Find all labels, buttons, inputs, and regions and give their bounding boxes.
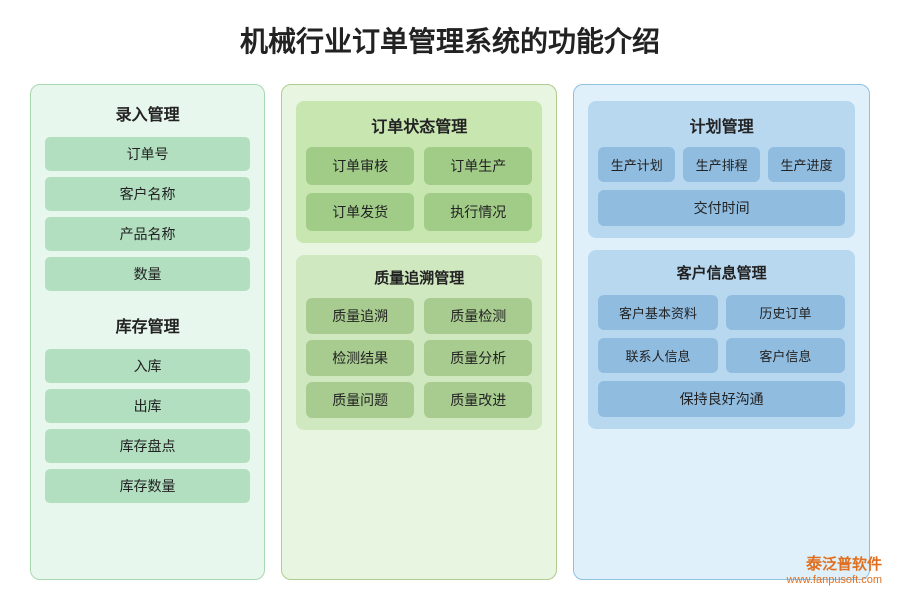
customer-btn-basic[interactable]: 客户基本资料	[598, 295, 717, 330]
order-btn-row2: 订单发货 执行情况	[306, 193, 532, 231]
quality-btn-detect[interactable]: 质量检测	[424, 298, 532, 334]
customer-btn-row2: 联系人信息 客户信息	[598, 338, 845, 373]
customer-section: 客户信息管理 客户基本资料 历史订单 联系人信息 客户信息 保持良好沟通	[588, 250, 855, 429]
watermark-url: www.fanpusoft.com	[787, 574, 882, 586]
quality-btn-row2: 检测结果 质量分析	[306, 340, 532, 376]
left-item-2[interactable]: 客户名称	[45, 177, 250, 211]
watermark-logo: 泰泛普软件	[806, 550, 882, 574]
customer-btn-info[interactable]: 客户信息	[726, 338, 845, 373]
watermark: 泰泛普软件 www.fanpusoft.com	[787, 550, 882, 586]
plan-section: 计划管理 生产计划 生产排程 生产进度 交付时间	[588, 101, 855, 238]
customer-btn-row1: 客户基本资料 历史订单	[598, 295, 845, 330]
quality-btn-analysis[interactable]: 质量分析	[424, 340, 532, 376]
left-item-4[interactable]: 数量	[45, 257, 250, 291]
left-item-6[interactable]: 出库	[45, 389, 250, 423]
plan-btn-delivery[interactable]: 交付时间	[598, 190, 845, 226]
left-section2-title: 库存管理	[45, 313, 250, 337]
plan-btn-prod[interactable]: 生产计划	[598, 147, 675, 182]
quality-btn-trace[interactable]: 质量追溯	[306, 298, 414, 334]
plan-btn-row: 生产计划 生产排程 生产进度	[598, 147, 845, 182]
order-btn-audit[interactable]: 订单审核	[306, 147, 414, 185]
left-item-8[interactable]: 库存数量	[45, 469, 250, 503]
page-title: 机械行业订单管理系统的功能介绍	[240, 20, 660, 60]
right-column: 计划管理 生产计划 生产排程 生产进度 交付时间 客户信息管理 客户基本资料 历…	[573, 84, 870, 580]
left-item-7[interactable]: 库存盘点	[45, 429, 250, 463]
quality-section: 质量追溯管理 质量追溯 质量检测 检测结果 质量分析 质量问题 质量改进	[296, 255, 542, 430]
plan-btn-schedule[interactable]: 生产排程	[683, 147, 760, 182]
plan-btn-progress[interactable]: 生产进度	[768, 147, 845, 182]
left-item-3[interactable]: 产品名称	[45, 217, 250, 251]
left-section1-title: 录入管理	[45, 101, 250, 125]
left-column: 录入管理 订单号 客户名称 产品名称 数量 库存管理 入库 出库 库存盘点 库存…	[30, 84, 265, 580]
quality-btn-row1: 质量追溯 质量检测	[306, 298, 532, 334]
quality-btn-improve[interactable]: 质量改进	[424, 382, 532, 418]
plan-title: 计划管理	[598, 113, 845, 137]
order-btn-produce[interactable]: 订单生产	[424, 147, 532, 185]
quality-btn-row3: 质量问题 质量改进	[306, 382, 532, 418]
left-item-5[interactable]: 入库	[45, 349, 250, 383]
mid-column: 订单状态管理 订单审核 订单生产 订单发货 执行情况 质量追溯管理 质量追溯 质…	[281, 84, 557, 580]
order-btn-exec[interactable]: 执行情况	[424, 193, 532, 231]
customer-title: 客户信息管理	[598, 262, 845, 283]
order-btn-row1: 订单审核 订单生产	[306, 147, 532, 185]
quality-btn-result[interactable]: 检测结果	[306, 340, 414, 376]
customer-btn-goodcomm[interactable]: 保持良好沟通	[598, 381, 845, 417]
order-status-title: 订单状态管理	[306, 113, 532, 137]
left-item-1[interactable]: 订单号	[45, 137, 250, 171]
quality-title: 质量追溯管理	[306, 267, 532, 288]
customer-btn-history[interactable]: 历史订单	[726, 295, 845, 330]
order-status-section: 订单状态管理 订单审核 订单生产 订单发货 执行情况	[296, 101, 542, 243]
main-columns: 录入管理 订单号 客户名称 产品名称 数量 库存管理 入库 出库 库存盘点 库存…	[30, 84, 870, 580]
order-btn-ship[interactable]: 订单发货	[306, 193, 414, 231]
customer-btn-contact[interactable]: 联系人信息	[598, 338, 717, 373]
quality-btn-problem[interactable]: 质量问题	[306, 382, 414, 418]
